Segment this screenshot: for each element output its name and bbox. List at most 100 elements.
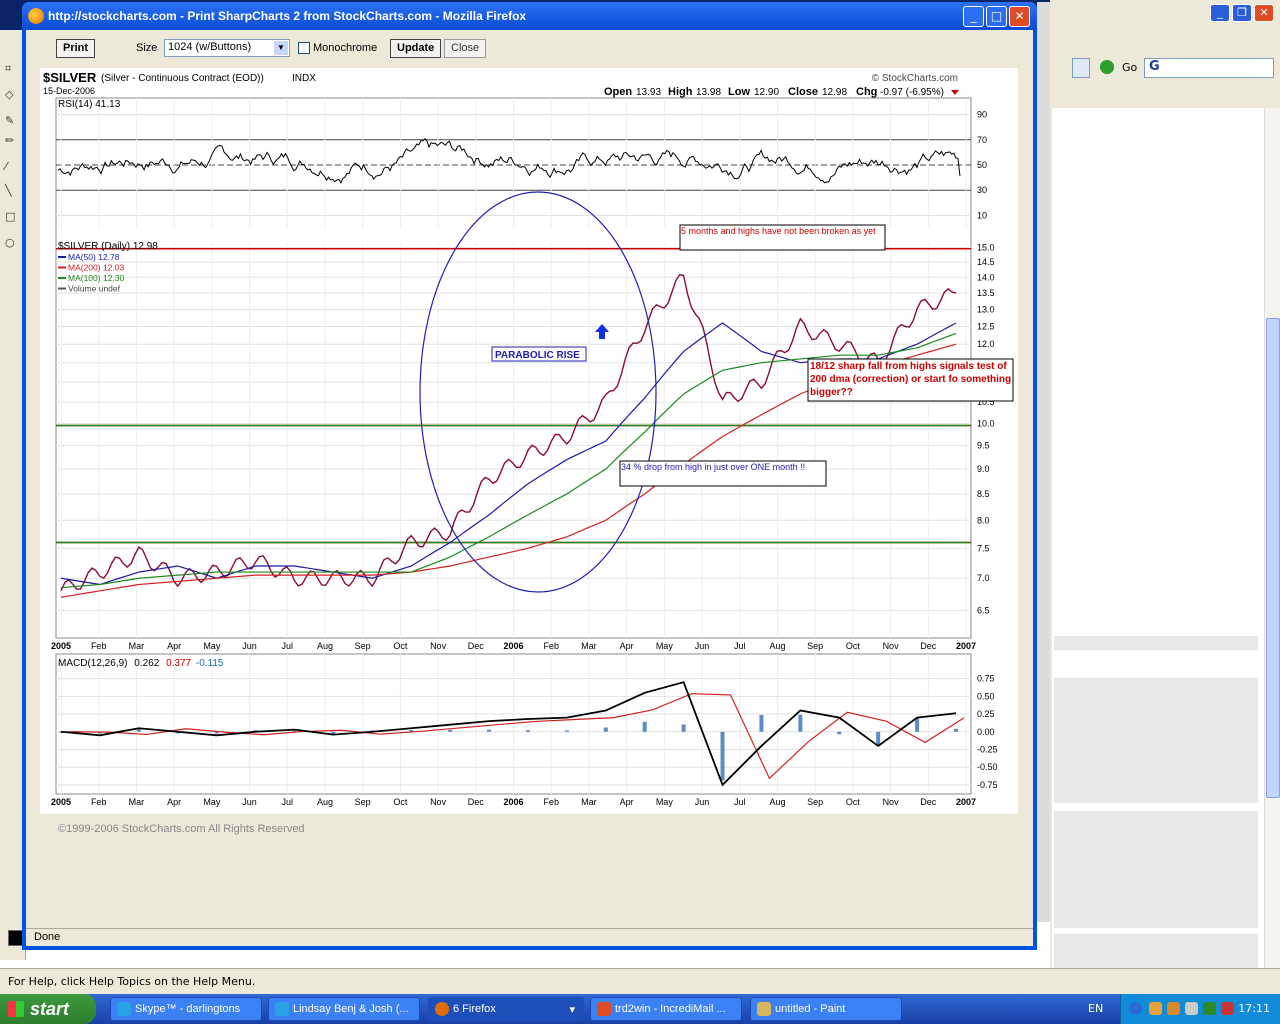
monochrome-checkbox[interactable] xyxy=(298,42,310,54)
task-paint[interactable]: untitled - Paint xyxy=(750,997,902,1021)
close-icon[interactable]: ✕ xyxy=(1254,4,1274,22)
macd-histogram-bar xyxy=(876,731,881,746)
firefox-titlebar: http://stockcharts.com - Print SharpChar… xyxy=(22,2,1037,30)
line-tool-icon[interactable]: ╲ xyxy=(5,184,21,198)
chevron-down-icon: ▾ xyxy=(569,1004,575,1016)
price-tick-label: 10.0 xyxy=(977,418,995,428)
maximize-button[interactable]: □ xyxy=(986,6,1007,27)
restore-icon[interactable]: ❐ xyxy=(1232,4,1252,22)
brush-tool-icon[interactable]: ⁄ xyxy=(5,160,21,174)
price-x-tick-label: Sep xyxy=(355,641,371,651)
open-label: Open xyxy=(604,86,632,98)
stockcharts-brand: © StockCharts.com xyxy=(872,73,958,84)
minimize-button[interactable]: _ xyxy=(963,6,984,27)
grid-layer xyxy=(56,98,971,794)
page-band xyxy=(1054,636,1258,650)
print-button[interactable]: Print xyxy=(56,39,96,58)
address-dropdown[interactable] xyxy=(1072,58,1090,78)
help-tray-icon[interactable] xyxy=(1129,1002,1142,1015)
price-tick-label: 6.5 xyxy=(977,605,990,615)
macd-x-tick-label: Jun xyxy=(242,797,257,807)
price-x-tick-label: Nov xyxy=(883,641,900,651)
legend-entry: MA(100) 12.30 xyxy=(68,273,124,283)
high-label: High xyxy=(668,86,693,98)
macd-x-tick-label: May xyxy=(656,797,674,807)
macd-histogram-bar xyxy=(915,718,920,732)
macd-x-tick-label: Dec xyxy=(468,797,485,807)
rsi-tick-label: 30 xyxy=(977,185,987,195)
tray-icon[interactable] xyxy=(1149,1002,1162,1015)
rect-tool-icon[interactable]: □ xyxy=(5,210,21,224)
select-tool-icon[interactable]: ⌗ xyxy=(5,62,21,76)
size-select[interactable]: 1024 (w/Buttons) ▼ xyxy=(164,39,290,57)
tray-icon[interactable] xyxy=(1221,1002,1234,1015)
task-incredimail[interactable]: trd2win - IncrediMail ... xyxy=(590,997,742,1021)
ellipse-tool-icon[interactable]: ○ xyxy=(5,236,21,250)
price-x-tick-label: Jul xyxy=(281,641,293,651)
macd-histogram-bar xyxy=(681,724,686,732)
price-x-tick-label: Aug xyxy=(769,641,785,651)
taskbar: start Skype™ - darlingtons Lindsay Benj … xyxy=(0,994,1280,1024)
macd-tick-label: 0.00 xyxy=(977,727,995,737)
firefox-icon xyxy=(28,8,44,24)
macd-histogram-bar xyxy=(954,728,958,732)
task-firefox[interactable]: 6 Firefox ▾ xyxy=(428,997,584,1021)
page-band xyxy=(1054,811,1258,928)
pick-color-tool-icon[interactable]: ✎ xyxy=(5,114,21,128)
macd-x-tick-label: Aug xyxy=(317,797,333,807)
pencil-tool-icon[interactable]: ✏ xyxy=(5,134,21,148)
size-select-value: 1024 (w/Buttons) xyxy=(168,41,252,53)
task-chat[interactable]: Lindsay Benj & Josh (... xyxy=(268,997,420,1021)
macd-x-tick-label: Mar xyxy=(581,797,597,807)
firefox-scrollbar[interactable] xyxy=(1037,2,1050,922)
price-x-tick-label: Mar xyxy=(581,641,597,651)
google-search-input[interactable]: G xyxy=(1144,58,1274,78)
price-x-tick-label: Jun xyxy=(242,641,257,651)
tray-icon[interactable] xyxy=(1185,1002,1198,1015)
price-tick-label: 14.0 xyxy=(977,272,995,282)
macd-histogram-bar xyxy=(759,714,764,732)
low-label: Low xyxy=(728,86,750,98)
price-tick-label: 7.5 xyxy=(977,543,990,553)
background-browser: _ ❐ ✕ Go G xyxy=(1050,0,1280,968)
background-scrollbar[interactable] xyxy=(1264,108,1280,968)
macd-x-tick-label: Jun xyxy=(695,797,710,807)
close-window-button[interactable]: ✕ xyxy=(1009,6,1030,27)
macd-x-tick-label: Nov xyxy=(430,797,447,807)
legend-entry: MA(200) 12.03 xyxy=(68,263,124,273)
eraser-tool-icon[interactable]: ◇ xyxy=(5,88,21,102)
window-title: http://stockcharts.com - Print SharpChar… xyxy=(48,9,527,23)
legend-entry: MA(50) 12.78 xyxy=(68,252,120,262)
go-button[interactable]: Go xyxy=(1122,61,1137,74)
task-label: untitled - Paint xyxy=(775,1003,846,1015)
chart-date: 15-Dec-2006 xyxy=(43,86,95,96)
macd-tick-label: 0.50 xyxy=(977,691,995,701)
rsi-tick-label: 70 xyxy=(977,135,987,145)
price-x-tick-label: Jun xyxy=(695,641,710,651)
macd-histogram-bar xyxy=(720,731,725,781)
close-button[interactable]: Close xyxy=(444,39,487,58)
language-indicator[interactable]: EN xyxy=(1088,1002,1103,1015)
tray-icon[interactable] xyxy=(1167,1002,1180,1015)
macd-x-tick-label: Apr xyxy=(620,797,634,807)
update-button[interactable]: Update xyxy=(390,39,442,58)
price-x-tick-label: Apr xyxy=(620,641,634,651)
scrollbar-thumb[interactable] xyxy=(1266,318,1280,798)
price-tick-label: 8.5 xyxy=(977,489,990,499)
tray-icon[interactable] xyxy=(1203,1002,1216,1015)
skype-icon xyxy=(117,1002,131,1016)
macd-signal-line xyxy=(68,693,965,780)
low-value: 12.90 xyxy=(754,87,779,98)
drop-note-fo: 34 % drop from high in just over ONE mon… xyxy=(621,462,805,472)
sharpchart-svg: $SILVER (Silver - Continuous Contract (E… xyxy=(43,70,1014,807)
macd-tick-label: -0.50 xyxy=(977,762,998,772)
price-x-tick-label: Nov xyxy=(430,641,447,651)
task-skype[interactable]: Skype™ - darlingtons xyxy=(110,997,262,1021)
minimize-icon[interactable]: _ xyxy=(1210,4,1230,22)
price-x-tick-label: Jul xyxy=(734,641,746,651)
macd-x-tick-label: Aug xyxy=(769,797,785,807)
start-button[interactable]: start xyxy=(0,994,96,1024)
price-title: $SILVER (Daily) 12.98 xyxy=(58,241,158,252)
price-x-tick-label: 2006 xyxy=(503,641,523,651)
go-icon[interactable] xyxy=(1100,60,1114,74)
